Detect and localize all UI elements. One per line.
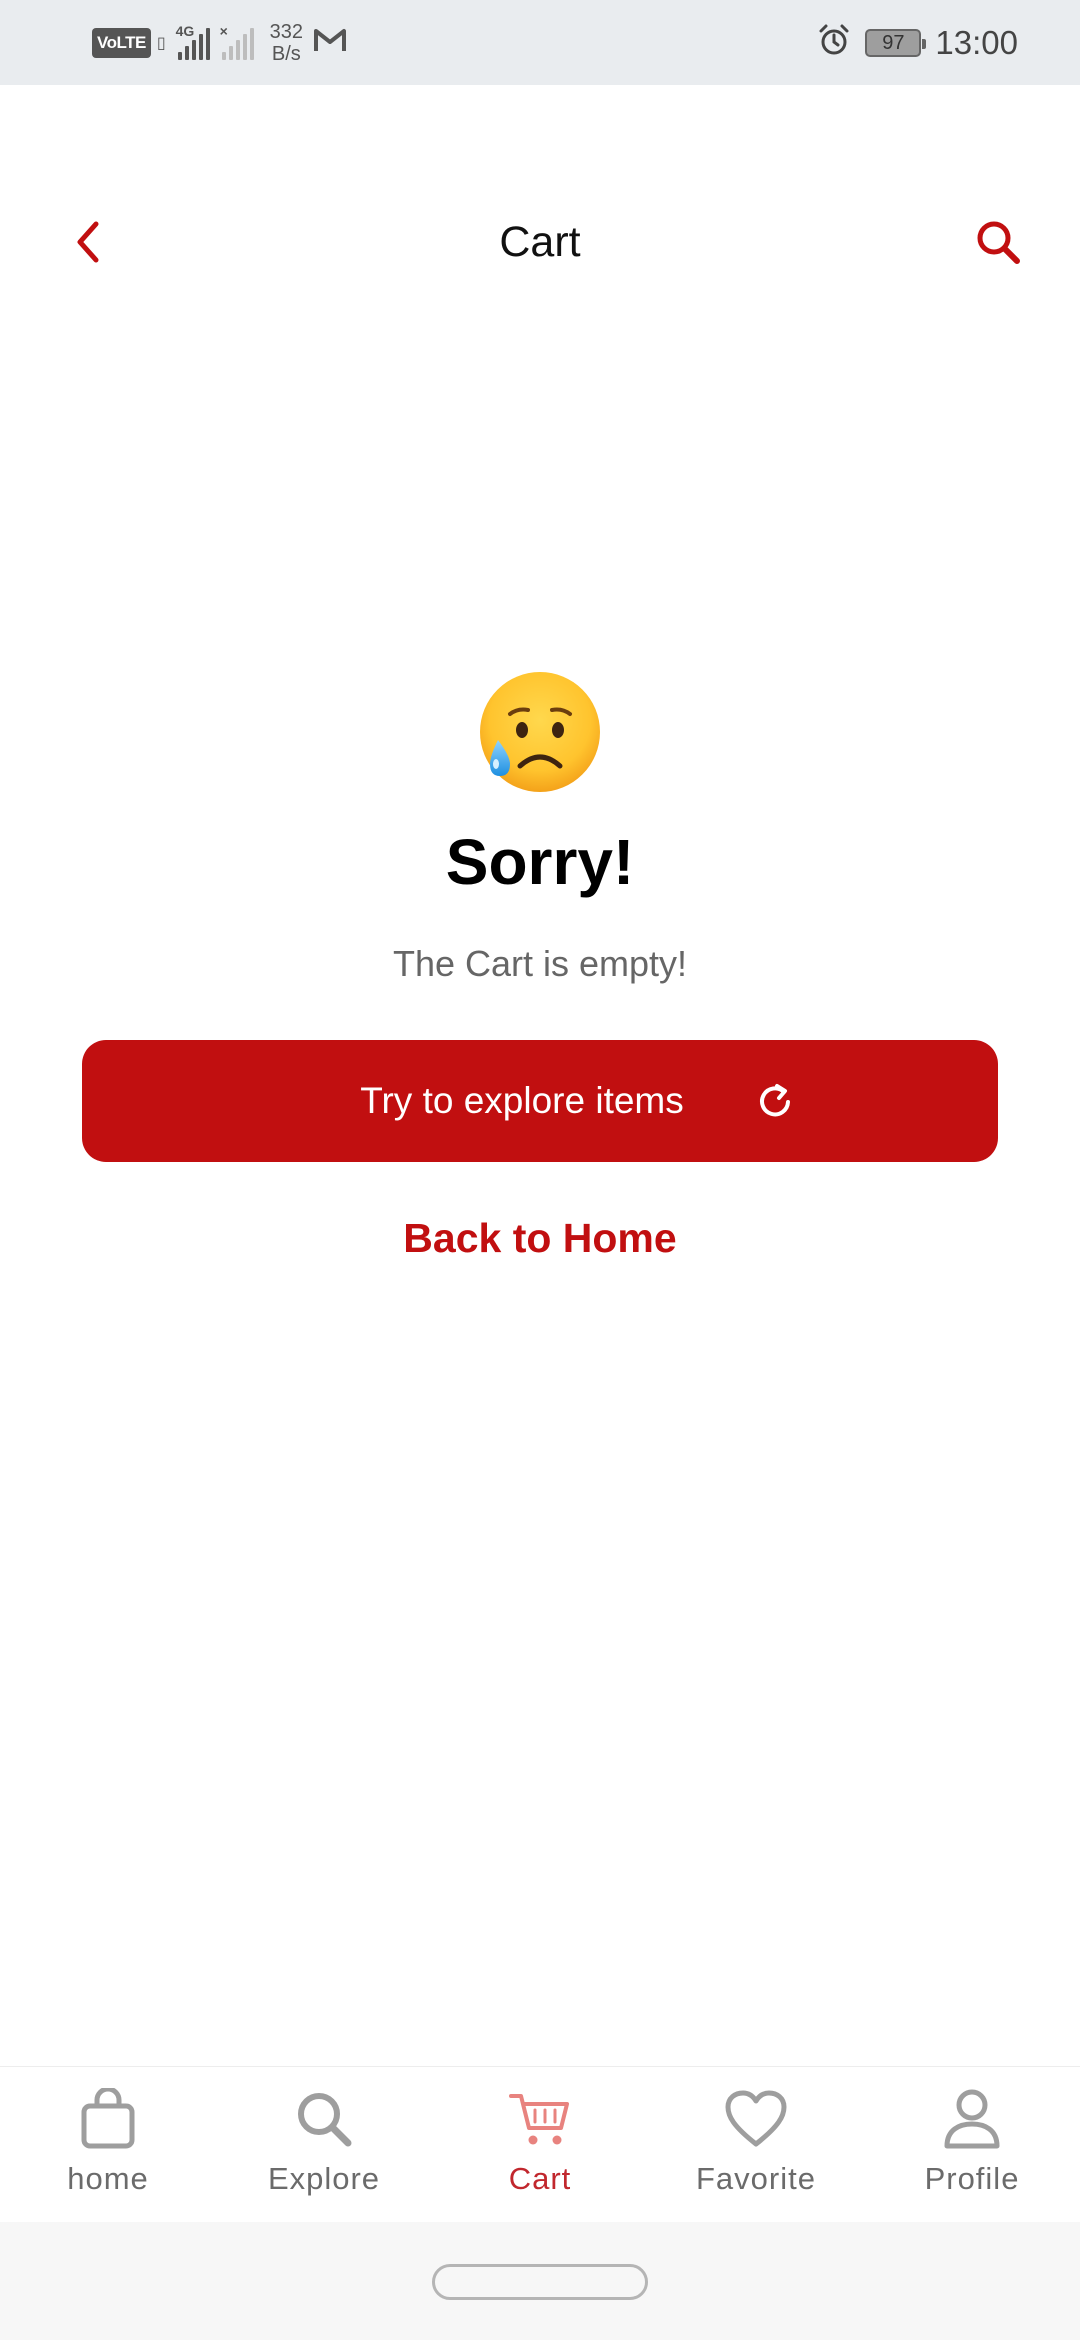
status-time: 13:00: [935, 23, 1018, 61]
signal-strength-icon: 4G: [175, 22, 210, 60]
battery-level: 97: [882, 31, 905, 54]
battery-icon: 97: [865, 28, 927, 57]
back-to-home-link[interactable]: Back to Home: [0, 1208, 1080, 1268]
status-left: VoLTE ▯ 4G × 332 B/s: [92, 0, 347, 85]
search-icon: [292, 2087, 356, 2151]
nav-item-explore[interactable]: Explore: [216, 2067, 432, 2222]
explore-items-button[interactable]: Try to explore items: [82, 1040, 998, 1162]
network-type-label: 4G: [175, 22, 195, 39]
nav-label-profile: Profile: [924, 2161, 1020, 2196]
nav-item-home[interactable]: home: [0, 2067, 216, 2222]
heart-icon: [724, 2087, 788, 2151]
header-search-button[interactable]: [968, 212, 1028, 272]
network-speed-unit: B/s: [271, 42, 301, 65]
empty-message: The Cart is empty!: [392, 943, 688, 984]
empty-heading: Sorry!: [445, 826, 635, 898]
signal-no-service-icon: ×: [220, 24, 254, 60]
nav-item-cart[interactable]: Cart: [432, 2067, 648, 2222]
network-speed-value: 332: [269, 20, 303, 43]
alarm-icon: [817, 23, 851, 62]
user-icon: [940, 2087, 1004, 2151]
search-icon: [977, 221, 1020, 264]
nav-label-favorite: Favorite: [696, 2161, 816, 2196]
page-title: Cart: [499, 218, 581, 266]
shopping-bag-icon: [76, 2087, 140, 2151]
sad-tear-emoji: [476, 668, 604, 796]
nav-label-cart: Cart: [508, 2161, 572, 2196]
explore-items-label: Try to explore items: [360, 1080, 684, 1121]
cart-icon: [508, 2087, 572, 2151]
volte-badge: VoLTE: [92, 27, 151, 58]
bottom-nav: home Explore Cart Favorite Profile: [0, 2066, 1080, 2222]
gmail-icon: [313, 27, 347, 58]
network-speed: 332 B/s: [270, 21, 303, 65]
refresh-icon: [760, 1084, 790, 1117]
nav-label-home: home: [67, 2161, 149, 2196]
system-gesture-area: [0, 2222, 1080, 2340]
nav-item-favorite[interactable]: Favorite: [648, 2067, 864, 2222]
nav-label-explore: Explore: [267, 2161, 381, 2196]
home-gesture-bar[interactable]: [432, 2264, 648, 2300]
nav-item-profile[interactable]: Profile: [864, 2067, 1080, 2222]
volte-sub-icon: ▯: [156, 34, 166, 52]
status-bar: VoLTE ▯ 4G × 332 B/s 97 13:00: [0, 0, 1080, 85]
status-right: 97 13:00: [817, 0, 1018, 85]
